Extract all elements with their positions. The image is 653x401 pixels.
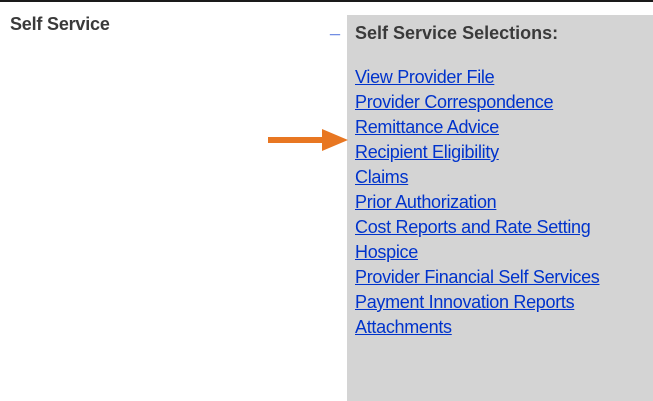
arrow-head bbox=[322, 129, 348, 151]
list-item: Payment Innovation Reports bbox=[355, 291, 600, 316]
arrow-right-icon bbox=[268, 129, 348, 151]
list-item: View Provider File bbox=[355, 66, 600, 91]
collapse-toggle-link[interactable]: _ bbox=[330, 18, 340, 36]
view-provider-file-link[interactable]: View Provider File bbox=[355, 67, 495, 87]
list-item: Attachments bbox=[355, 316, 600, 341]
list-item: Claims bbox=[355, 166, 600, 191]
remittance-advice-link[interactable]: Remittance Advice bbox=[355, 117, 499, 137]
list-item: Provider Financial Self Services bbox=[355, 266, 600, 291]
list-item: Remittance Advice bbox=[355, 116, 600, 141]
self-service-page: Self Service _ Self Service Selections: … bbox=[0, 0, 653, 401]
provider-financial-self-services-link[interactable]: Provider Financial Self Services bbox=[355, 267, 600, 287]
recipient-eligibility-link[interactable]: Recipient Eligibility bbox=[355, 142, 499, 162]
list-item: Recipient Eligibility bbox=[355, 141, 600, 166]
list-item: Hospice bbox=[355, 241, 600, 266]
payment-innovation-reports-link[interactable]: Payment Innovation Reports bbox=[355, 292, 575, 312]
provider-correspondence-link[interactable]: Provider Correspondence bbox=[355, 92, 554, 112]
attachments-link[interactable]: Attachments bbox=[355, 317, 452, 337]
claims-link[interactable]: Claims bbox=[355, 167, 409, 187]
cost-reports-link[interactable]: Cost Reports and Rate Setting bbox=[355, 217, 591, 237]
arrow-shaft bbox=[268, 137, 324, 143]
self-service-selections-panel: Self Service Selections: View Provider F… bbox=[347, 15, 653, 401]
hospice-link[interactable]: Hospice bbox=[355, 242, 418, 262]
selections-heading: Self Service Selections: bbox=[355, 23, 559, 43]
prior-authorization-link[interactable]: Prior Authorization bbox=[355, 192, 497, 212]
list-item: Prior Authorization bbox=[355, 191, 600, 216]
list-item: Cost Reports and Rate Setting bbox=[355, 216, 600, 241]
selections-link-list: View Provider File Provider Corresponden… bbox=[355, 66, 600, 341]
list-item: Provider Correspondence bbox=[355, 91, 600, 116]
self-service-heading: Self Service bbox=[10, 14, 110, 34]
